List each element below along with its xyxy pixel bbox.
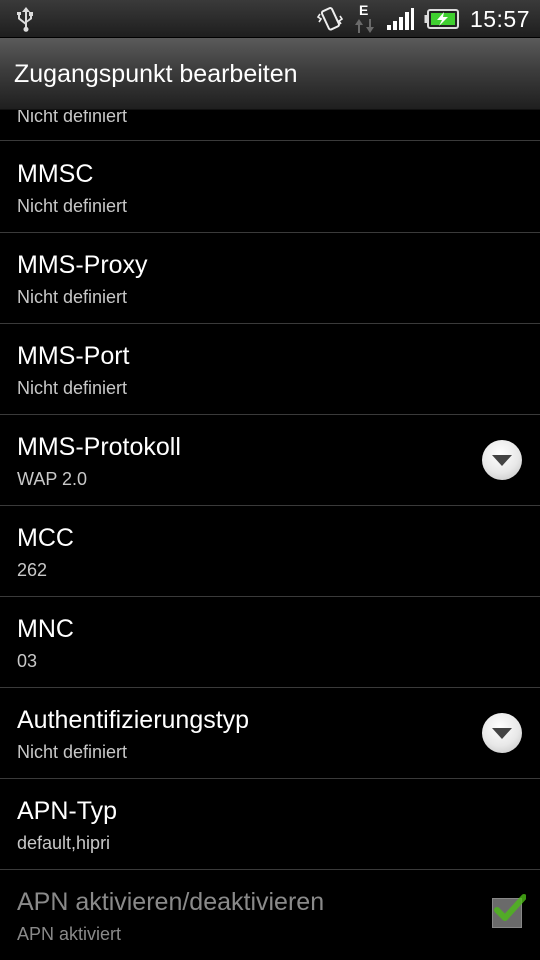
chevron-down-icon[interactable] [482, 440, 522, 480]
list-item-value: 03 [17, 651, 38, 671]
list-item-mms-port[interactable]: MMS-Port Nicht definiert [0, 324, 540, 415]
signal-icon [386, 8, 414, 30]
list-item-apn-type[interactable]: APN-Typ default,hipri [0, 779, 540, 870]
list-item-value: default,hipri [17, 833, 111, 853]
chevron-down-icon[interactable] [482, 713, 522, 753]
list-item-mmsc[interactable]: MMSC Nicht definiert [0, 142, 540, 233]
clock: 15:57 [469, 5, 530, 32]
data-transfer-icon: E [354, 2, 376, 36]
checkbox-checked-icon[interactable] [492, 894, 526, 928]
list-item-label: MMS-Protokoll [17, 433, 181, 461]
network-type-label: E [358, 2, 369, 18]
list-item-value: Nicht definiert [17, 378, 128, 398]
list-item-label: APN-Typ [17, 797, 118, 825]
page-title: Zugangspunkt bearbeiten [14, 60, 298, 88]
list-item-mnc[interactable]: MNC 03 [0, 597, 540, 688]
list-item-label: Authentifizierungstyp [17, 706, 250, 734]
title-bar: Zugangspunkt bearbeiten [0, 38, 540, 110]
list-item-value: APN aktiviert [17, 924, 122, 944]
list-item-mms-proxy[interactable]: MMS-Proxy Nicht definiert [0, 233, 540, 324]
list-item-mcc[interactable]: MCC 262 [0, 506, 540, 597]
status-icons: E 15:57 [316, 0, 530, 38]
list-item-auth-type[interactable]: Authentifizierungstyp Nicht definiert [0, 688, 540, 779]
list-item-value: Nicht definiert [17, 742, 128, 762]
list-item-label: MMS-Port [17, 342, 130, 370]
usb-icon [17, 7, 33, 32]
list-item-value: Nicht definiert [17, 110, 128, 126]
list-item-value: Nicht definiert [17, 287, 128, 307]
list-item-value: Nicht definiert [17, 196, 128, 216]
status-bar: E 15:57 [0, 0, 540, 38]
vibrate-icon [316, 7, 344, 31]
settings-list[interactable]: Nicht definiert MMSC Nicht definiert MMS… [0, 110, 540, 960]
list-item-label: APN aktivieren/deaktivieren [17, 888, 325, 916]
list-item-label: MCC [17, 524, 74, 552]
battery-charging-icon [424, 9, 459, 29]
list-item-mms-protocol[interactable]: MMS-Protokoll WAP 2.0 [0, 415, 540, 506]
list-item-apn-toggle[interactable]: APN aktivieren/deaktivieren APN aktivier… [0, 870, 540, 960]
list-item-label: MNC [17, 615, 74, 643]
list-item-value: 262 [17, 560, 48, 580]
list-item-value: WAP 2.0 [17, 469, 88, 489]
list-item-partial[interactable]: Nicht definiert [0, 110, 540, 141]
list-item-label: MMSC [17, 160, 94, 188]
list-item-label: MMS-Proxy [17, 251, 148, 279]
